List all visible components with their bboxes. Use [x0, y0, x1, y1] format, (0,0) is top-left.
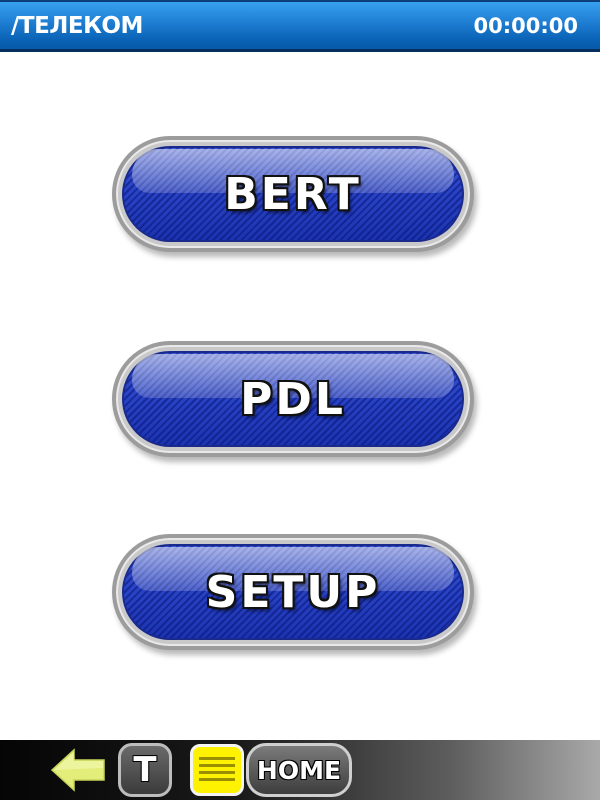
- t-button[interactable]: T: [118, 743, 172, 797]
- bert-button[interactable]: BERT: [112, 136, 474, 252]
- home-button[interactable]: HOME: [246, 743, 352, 797]
- title-bar: /ТЕЛЕКОМ 00:00:00: [0, 0, 600, 52]
- back-arrow-icon: [50, 748, 105, 792]
- setup-button[interactable]: SETUP: [112, 534, 474, 650]
- clock: 00:00:00: [473, 14, 578, 38]
- bottom-toolbar: T HOME: [0, 740, 600, 800]
- list-icon: [199, 757, 235, 781]
- back-button[interactable]: [50, 748, 106, 792]
- home-button-label: HOME: [256, 755, 342, 785]
- bert-button-label: BERT: [224, 168, 362, 220]
- list-button[interactable]: [190, 744, 244, 796]
- pdl-button-label: PDL: [240, 373, 346, 425]
- setup-button-label: SETUP: [205, 566, 381, 618]
- t-button-label: T: [133, 750, 157, 790]
- app-title: /ТЕЛЕКОМ: [11, 13, 143, 39]
- pdl-button[interactable]: PDL: [112, 341, 474, 457]
